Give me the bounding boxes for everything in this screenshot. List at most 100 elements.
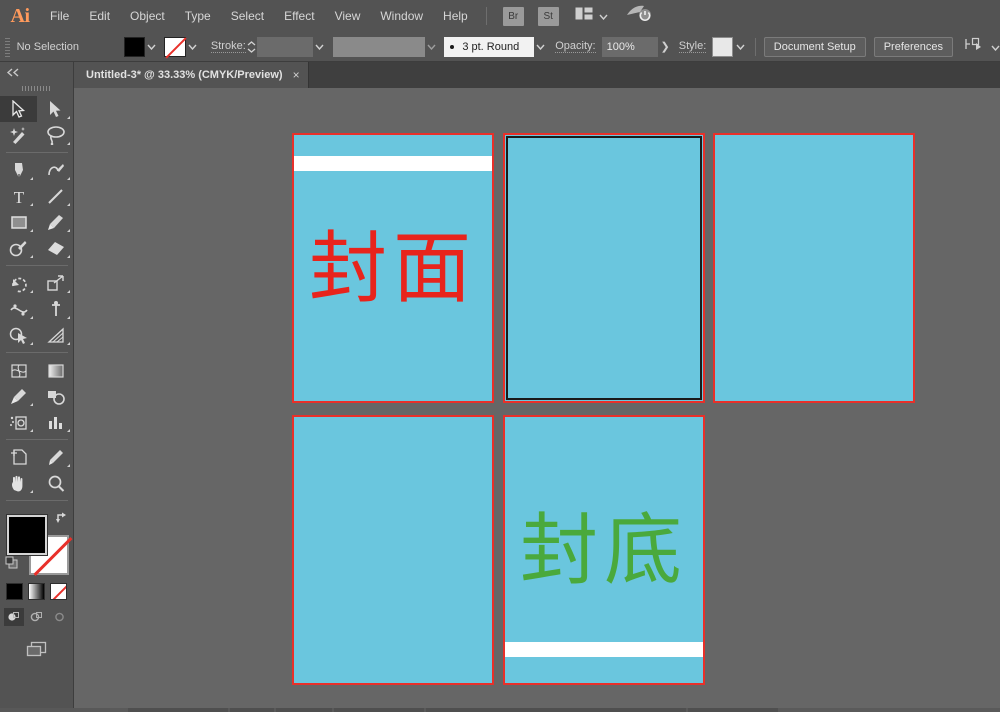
- control-bar-grip[interactable]: [3, 36, 12, 58]
- menu-item-window[interactable]: Window: [370, 0, 433, 32]
- menu-item-help[interactable]: Help: [433, 0, 478, 32]
- back-cover-title-text[interactable]: 封底: [505, 512, 703, 590]
- shape-builder-tool[interactable]: [0, 322, 37, 348]
- taskbar-item[interactable]: [128, 708, 228, 712]
- tools-panel-grip[interactable]: [22, 84, 52, 92]
- rectangle-tool[interactable]: [0, 209, 37, 235]
- menu-item-edit[interactable]: Edit: [79, 0, 120, 32]
- line-segment-tool[interactable]: [37, 183, 74, 209]
- tools-divider: [6, 439, 68, 440]
- fill-color-swatch[interactable]: [124, 37, 145, 57]
- lasso-tool[interactable]: [37, 122, 74, 148]
- cover-title-text[interactable]: 封面: [294, 230, 492, 308]
- perspective-grid-tool[interactable]: [37, 322, 74, 348]
- bridge-button[interactable]: Br: [503, 7, 524, 26]
- draw-behind-button[interactable]: [27, 608, 47, 626]
- menu-divider: [486, 7, 487, 25]
- blend-tool[interactable]: [37, 383, 74, 409]
- opacity-label[interactable]: Opacity:: [555, 40, 595, 53]
- none-mode-button[interactable]: [50, 583, 67, 600]
- taskbar-start[interactable]: [0, 708, 110, 712]
- graphic-style-swatch[interactable]: [712, 37, 733, 57]
- tool-group-indicator: [30, 490, 33, 493]
- align-to-button[interactable]: [965, 37, 1000, 56]
- curvature-tool[interactable]: [37, 157, 74, 183]
- free-transform-tool[interactable]: [37, 296, 74, 322]
- stock-button[interactable]: St: [538, 7, 559, 26]
- fill-swatch-dropdown[interactable]: [145, 37, 158, 57]
- artboard-blank-2[interactable]: [503, 133, 705, 403]
- menu-item-type[interactable]: Type: [175, 0, 221, 32]
- stroke-profile-dropdown[interactable]: [425, 37, 438, 57]
- draw-normal-button[interactable]: [4, 608, 24, 626]
- stroke-weight-input[interactable]: [257, 37, 313, 57]
- gradient-tool[interactable]: [37, 357, 74, 383]
- shaper-tool[interactable]: [0, 235, 37, 261]
- stroke-weight-dropdown[interactable]: [313, 37, 326, 57]
- pen-tool[interactable]: [0, 157, 37, 183]
- stroke-label[interactable]: Stroke:: [211, 40, 246, 53]
- width-tool[interactable]: [0, 296, 37, 322]
- fill-color-control[interactable]: [7, 515, 47, 555]
- type-tool[interactable]: T: [0, 183, 37, 209]
- menu-item-object[interactable]: Object: [120, 0, 175, 32]
- eraser-tool[interactable]: [37, 235, 74, 261]
- scale-tool[interactable]: [37, 270, 74, 296]
- taskbar-item[interactable]: [276, 708, 332, 712]
- slice-tool[interactable]: [37, 444, 74, 470]
- artboard-tool[interactable]: [0, 444, 37, 470]
- back-cover-white-band: [505, 642, 703, 657]
- document-tab[interactable]: Untitled-3* @ 33.33% (CMYK/Preview) ×: [74, 62, 309, 88]
- taskbar-item[interactable]: [334, 708, 424, 712]
- paintbrush-tool[interactable]: [37, 209, 74, 235]
- rotate-tool[interactable]: [0, 270, 37, 296]
- opacity-input[interactable]: 100%: [602, 37, 658, 57]
- preferences-button[interactable]: Preferences: [874, 37, 953, 57]
- artboard-blank-3[interactable]: [713, 133, 915, 403]
- graphic-style-dropdown[interactable]: [733, 37, 746, 57]
- tool-group-indicator: [67, 203, 70, 206]
- canvas-area[interactable]: 封面 封底: [74, 88, 1000, 708]
- menu-item-effect[interactable]: Effect: [274, 0, 324, 32]
- menu-item-view[interactable]: View: [325, 0, 371, 32]
- double-chevron-left-icon[interactable]: [6, 64, 20, 82]
- draw-inside-button[interactable]: [50, 608, 70, 626]
- selection-tool[interactable]: [0, 96, 37, 122]
- mesh-tool[interactable]: [0, 357, 37, 383]
- brush-definition-dropdown[interactable]: [534, 37, 547, 57]
- menu-item-file[interactable]: File: [40, 0, 79, 32]
- default-fill-stroke-icon[interactable]: [5, 556, 19, 575]
- close-icon[interactable]: ×: [293, 69, 300, 81]
- zoom-tool[interactable]: [37, 470, 74, 496]
- magic-wand-tool[interactable]: [0, 122, 37, 148]
- swap-fill-stroke-icon[interactable]: [55, 511, 69, 530]
- document-setup-button[interactable]: Document Setup: [764, 37, 866, 57]
- style-label[interactable]: Style:: [679, 40, 707, 53]
- artboard-back-cover[interactable]: 封底: [503, 415, 705, 685]
- adobe-search-button[interactable]: [626, 5, 652, 28]
- hand-tool[interactable]: [0, 470, 37, 496]
- color-mode-button[interactable]: [6, 583, 23, 600]
- eyedropper-tool[interactable]: [0, 383, 37, 409]
- opacity-options-button[interactable]: ❯: [658, 40, 673, 53]
- direct-selection-tool[interactable]: [37, 96, 74, 122]
- arrange-documents-button[interactable]: [575, 7, 608, 25]
- stroke-swatch-dropdown[interactable]: [186, 37, 199, 57]
- stroke-color-swatch[interactable]: [164, 37, 185, 57]
- brush-definition-select[interactable]: 3 pt. Round: [444, 37, 534, 57]
- screen-mode-button[interactable]: [0, 640, 73, 664]
- gradient-mode-button[interactable]: [28, 583, 45, 600]
- artboard-cover[interactable]: 封面: [292, 133, 494, 403]
- column-graph-tool[interactable]: [37, 409, 74, 435]
- tools-divider: [6, 352, 68, 353]
- arrange-documents-icon: [575, 7, 593, 25]
- taskbar-item[interactable]: [230, 708, 274, 712]
- fill-stroke-controls: [5, 513, 69, 577]
- stroke-profile-input[interactable]: [333, 37, 425, 57]
- artboard-blank-4[interactable]: [292, 415, 494, 685]
- taskbar-item[interactable]: [426, 708, 686, 712]
- menu-item-select[interactable]: Select: [221, 0, 274, 32]
- stroke-weight-stepper[interactable]: [246, 37, 257, 57]
- taskbar-item[interactable]: [688, 708, 778, 712]
- symbol-sprayer-tool[interactable]: [0, 409, 37, 435]
